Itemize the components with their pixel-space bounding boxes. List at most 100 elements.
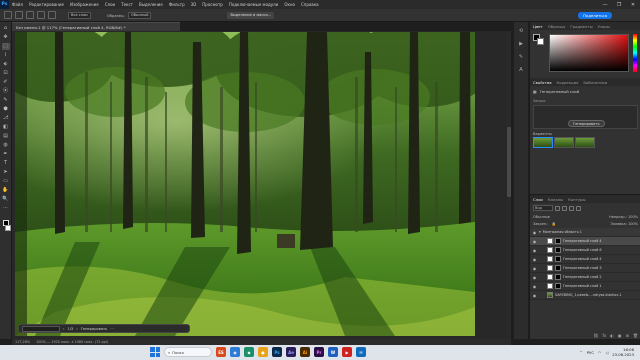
filter-shape-icon[interactable] [576, 205, 581, 211]
menu-filter[interactable]: Фильтр [166, 2, 188, 7]
move-tool-icon[interactable]: ✥ [2, 34, 10, 41]
link-layers-icon[interactable]: ⛓ [593, 333, 598, 338]
stamp-tool-icon[interactable]: ⬢ [2, 106, 10, 113]
home-tool-icon[interactable]: ⌂ [2, 25, 10, 32]
language-indicator[interactable]: РУС [587, 350, 594, 355]
brush-settings-icon[interactable]: ✎ [518, 54, 525, 61]
variant-thumbnail[interactable] [554, 137, 574, 148]
new-selection-icon[interactable] [26, 11, 34, 19]
taskbar-app-icon[interactable]: ES [216, 347, 226, 357]
group-chevron-icon[interactable]: ▾ [539, 230, 541, 234]
menu-type[interactable]: Текст [118, 2, 136, 7]
visibility-eye-icon[interactable]: ◉ [532, 266, 537, 271]
blend-mode-select[interactable]: Обычные [533, 215, 550, 219]
visibility-eye-icon[interactable]: ◉ [532, 257, 537, 262]
type-tool-icon[interactable]: T [2, 160, 10, 167]
next-variant-icon[interactable]: › [76, 327, 77, 331]
delete-layer-icon[interactable]: 🗑 [633, 333, 638, 338]
layer-row[interactable]: ◉ Генеративный слой 4 [530, 237, 640, 246]
hue-slider[interactable] [633, 34, 637, 72]
tab-paths[interactable]: Контуры [568, 197, 585, 202]
share-button[interactable]: Поделиться [578, 12, 612, 19]
visibility-eye-icon[interactable]: ◉ [532, 248, 537, 253]
blur-tool-icon[interactable]: ◍ [2, 142, 10, 149]
taskbar-app-icon[interactable]: Ae [286, 347, 296, 357]
tab-layers[interactable]: Слои [533, 197, 543, 202]
menu-select[interactable]: Выделение [136, 2, 166, 7]
layer-group-row[interactable]: ◉ ▾ Монтажная область 1 [530, 228, 640, 237]
eyedropper-tool-icon[interactable]: ✐ [2, 79, 10, 86]
healing-tool-icon[interactable]: ⦿ [2, 88, 10, 95]
zoom-level[interactable]: 117,28% [15, 340, 30, 344]
tab-properties[interactable]: Свойства [533, 80, 552, 85]
more-options-icon[interactable]: ⋯ [110, 327, 114, 331]
lasso-tool-icon[interactable]: ⌇ [2, 52, 10, 59]
adjustment-layer-icon[interactable]: ◐ [610, 333, 614, 338]
background-color-chip[interactable] [537, 38, 544, 45]
windows-start-icon[interactable] [150, 347, 160, 357]
tab-color[interactable]: Цвет [533, 24, 543, 29]
taskbar-app-icon[interactable]: ▶ [342, 347, 352, 357]
history-icon[interactable]: ⟲ [518, 28, 525, 35]
menu-window[interactable]: Окно [281, 2, 298, 7]
prev-variant-icon[interactable]: ‹ [63, 327, 64, 331]
maximize-icon[interactable]: ❐ [612, 0, 626, 9]
object-select-tool-icon[interactable]: ⬖ [2, 61, 10, 68]
background-color-swatch[interactable] [4, 225, 11, 231]
visibility-eye-icon[interactable]: ◉ [532, 239, 537, 244]
menu-help[interactable]: Справка [298, 2, 322, 7]
layer-row[interactable]: ◉ Генеративный слой 6 [530, 246, 640, 255]
menu-edit[interactable]: Редактирование [26, 2, 67, 7]
taskbar-app-icon[interactable]: ✉ [356, 347, 366, 357]
layer-row[interactable]: ◉ Генеративный слой 3 [530, 264, 640, 273]
close-icon[interactable]: ✕ [626, 0, 640, 9]
taskbar-app-icon[interactable]: Ai [300, 347, 310, 357]
character-icon[interactable]: A [518, 67, 525, 74]
tab-swatches[interactable]: Образцы [548, 24, 566, 29]
vertical-scrollbar[interactable] [507, 32, 511, 336]
filter-pixel-icon[interactable] [555, 205, 560, 211]
select-and-mask-button[interactable]: Выделение и маска... [227, 11, 275, 19]
layer-row[interactable]: ◉ SAFEBIMG_1.pexels-...ndrysa-kiseliov-1 [530, 291, 640, 300]
visibility-eye-icon[interactable]: ◉ [532, 284, 537, 289]
menu-layers[interactable]: Слои [102, 2, 118, 7]
canvas-image[interactable] [15, 32, 475, 336]
tab-patterns[interactable]: Узоры [598, 24, 610, 29]
sample-all-layers[interactable]: Все слои [68, 11, 91, 19]
prompt-box[interactable]: Генерировать [533, 105, 638, 129]
eraser-tool-icon[interactable]: ◧ [2, 124, 10, 131]
brush-tool-icon[interactable]: ✎ [2, 97, 10, 104]
wifi-icon[interactable]: ◠ [598, 350, 601, 355]
tab-adjustments[interactable]: Коррекция [557, 80, 579, 85]
add-selection-icon[interactable] [37, 11, 45, 19]
filter-type-icon[interactable] [569, 205, 574, 211]
zoom-tool-icon[interactable]: 🔍 [2, 196, 10, 203]
minimize-icon[interactable]: — [598, 0, 612, 9]
tab-libraries[interactable]: Библиотеки [583, 80, 607, 85]
menu-3d[interactable]: 3D [188, 2, 200, 7]
marquee-tool-icon[interactable]: ⬚ [1, 43, 10, 50]
visibility-eye-icon[interactable]: ◉ [532, 275, 537, 280]
taskbar-search[interactable]: ⌕ Поиск [164, 347, 212, 357]
properties-generate-button[interactable]: Генерировать [568, 120, 605, 127]
filter-adjust-icon[interactable] [562, 205, 567, 211]
subtract-selection-icon[interactable] [48, 11, 56, 19]
tool-preset-icon[interactable] [15, 11, 23, 19]
new-layer-icon[interactable]: ⊞ [626, 333, 629, 338]
opacity-field[interactable]: Непрозр.: 100% [609, 215, 638, 219]
gradient-tool-icon[interactable]: ▤ [2, 133, 10, 140]
scrollbar-thumb[interactable] [507, 127, 511, 197]
taskbar-app-icon[interactable]: ◉ [230, 347, 240, 357]
volume-icon[interactable]: ◁ [605, 350, 608, 355]
fill-field[interactable]: Заливка: 100% [610, 222, 638, 226]
tab-gradients[interactable]: Градиенты [570, 24, 592, 29]
actions-icon[interactable]: ▶ [518, 41, 525, 48]
pen-tool-icon[interactable]: ✒ [2, 151, 10, 158]
menu-file[interactable]: Файл [9, 2, 26, 7]
layer-row[interactable]: ◉ Генеративный слой 1 [530, 282, 640, 291]
taskbar-app-icon[interactable]: ◆ [244, 347, 254, 357]
visibility-eye-icon[interactable]: ◉ [532, 230, 537, 235]
home-icon[interactable] [4, 11, 12, 19]
taskbar-app-icon[interactable]: W [328, 347, 338, 357]
taskbar-app-icon[interactable]: Ps [272, 347, 282, 357]
